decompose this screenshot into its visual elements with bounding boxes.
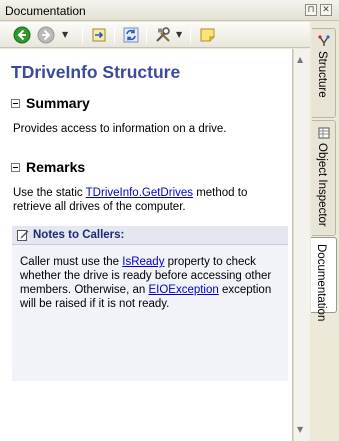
collapse-icon[interactable] bbox=[11, 162, 20, 172]
title-bar: Documentation ⊓ ✕ bbox=[0, 0, 339, 21]
toolbar-separator bbox=[82, 27, 83, 43]
sync-to-code-button[interactable] bbox=[90, 25, 110, 45]
pencil-note-icon bbox=[17, 230, 29, 241]
documentation-content: TDriveInfo Structure Summary Provides ac… bbox=[0, 49, 293, 441]
side-tab-strip: Structure Object Inspector Documentation bbox=[310, 22, 339, 441]
forward-arrow-icon bbox=[37, 26, 55, 44]
remarks-heading: Remarks bbox=[26, 159, 86, 175]
vertical-scrollbar[interactable]: ▲ ▼ bbox=[293, 49, 310, 441]
tab-structure[interactable]: Structure bbox=[312, 28, 336, 118]
tab-object-inspector[interactable]: Object Inspector bbox=[312, 120, 336, 236]
scroll-down-icon[interactable]: ▼ bbox=[297, 425, 303, 434]
getdrives-link[interactable]: TDriveInfo.GetDrives bbox=[86, 187, 193, 199]
tab-documentation-label: Documentation bbox=[315, 244, 327, 322]
tab-object-inspector-label: Object Inspector bbox=[316, 143, 328, 227]
collapse-icon[interactable] bbox=[11, 98, 20, 108]
documentation-window: Documentation ⊓ ✕ ▼ ▼ TDriveInfo Structu… bbox=[0, 0, 339, 441]
eioexception-link[interactable]: EIOException bbox=[148, 284, 218, 296]
tab-documentation[interactable]: Documentation bbox=[311, 237, 337, 321]
toolbar-separator bbox=[114, 27, 115, 43]
summary-text: Provides access to information on a driv… bbox=[13, 123, 227, 135]
page-title: TDriveInfo Structure bbox=[11, 62, 181, 82]
remarks-section-header[interactable]: Remarks bbox=[11, 159, 85, 175]
note-button[interactable] bbox=[198, 25, 218, 45]
note-icon bbox=[200, 28, 215, 42]
object-inspector-icon bbox=[318, 127, 330, 139]
sync-to-code-icon bbox=[92, 28, 106, 42]
toolbar-separator bbox=[146, 27, 147, 43]
tools-button[interactable] bbox=[153, 25, 173, 45]
summary-heading: Summary bbox=[26, 95, 90, 111]
toolbar-separator bbox=[190, 27, 191, 43]
remarks-text-pre: Use the static bbox=[13, 187, 86, 199]
notes-header: Notes to Callers: bbox=[12, 226, 288, 245]
forward-button[interactable] bbox=[36, 25, 56, 45]
remarks-text: Use the static TDriveInfo.GetDrives meth… bbox=[13, 186, 285, 214]
summary-section-header[interactable]: Summary bbox=[11, 95, 90, 111]
back-button[interactable] bbox=[12, 25, 32, 45]
scroll-up-icon[interactable]: ▲ bbox=[297, 55, 303, 64]
structure-icon bbox=[318, 35, 330, 46]
tools-icon bbox=[156, 27, 170, 42]
refresh-icon bbox=[123, 27, 139, 43]
tools-dropdown-icon[interactable]: ▼ bbox=[176, 25, 185, 45]
notes-body: Caller must use the IsReady property to … bbox=[20, 255, 282, 311]
close-button[interactable]: ✕ bbox=[320, 4, 332, 16]
pin-button[interactable]: ⊓ bbox=[305, 4, 317, 16]
toolbar: ▼ ▼ bbox=[0, 22, 310, 48]
history-dropdown-icon[interactable]: ▼ bbox=[62, 25, 71, 45]
refresh-button[interactable] bbox=[121, 25, 141, 45]
tab-structure-label: Structure bbox=[316, 51, 328, 98]
notes-title: Notes to Callers: bbox=[33, 229, 125, 241]
notes-to-callers-box: Notes to Callers: Caller must use the Is… bbox=[12, 226, 288, 381]
isready-link[interactable]: IsReady bbox=[122, 256, 164, 268]
notes-text-1: Caller must use the bbox=[20, 256, 123, 268]
window-title: Documentation bbox=[5, 4, 86, 18]
back-arrow-icon bbox=[13, 26, 31, 44]
